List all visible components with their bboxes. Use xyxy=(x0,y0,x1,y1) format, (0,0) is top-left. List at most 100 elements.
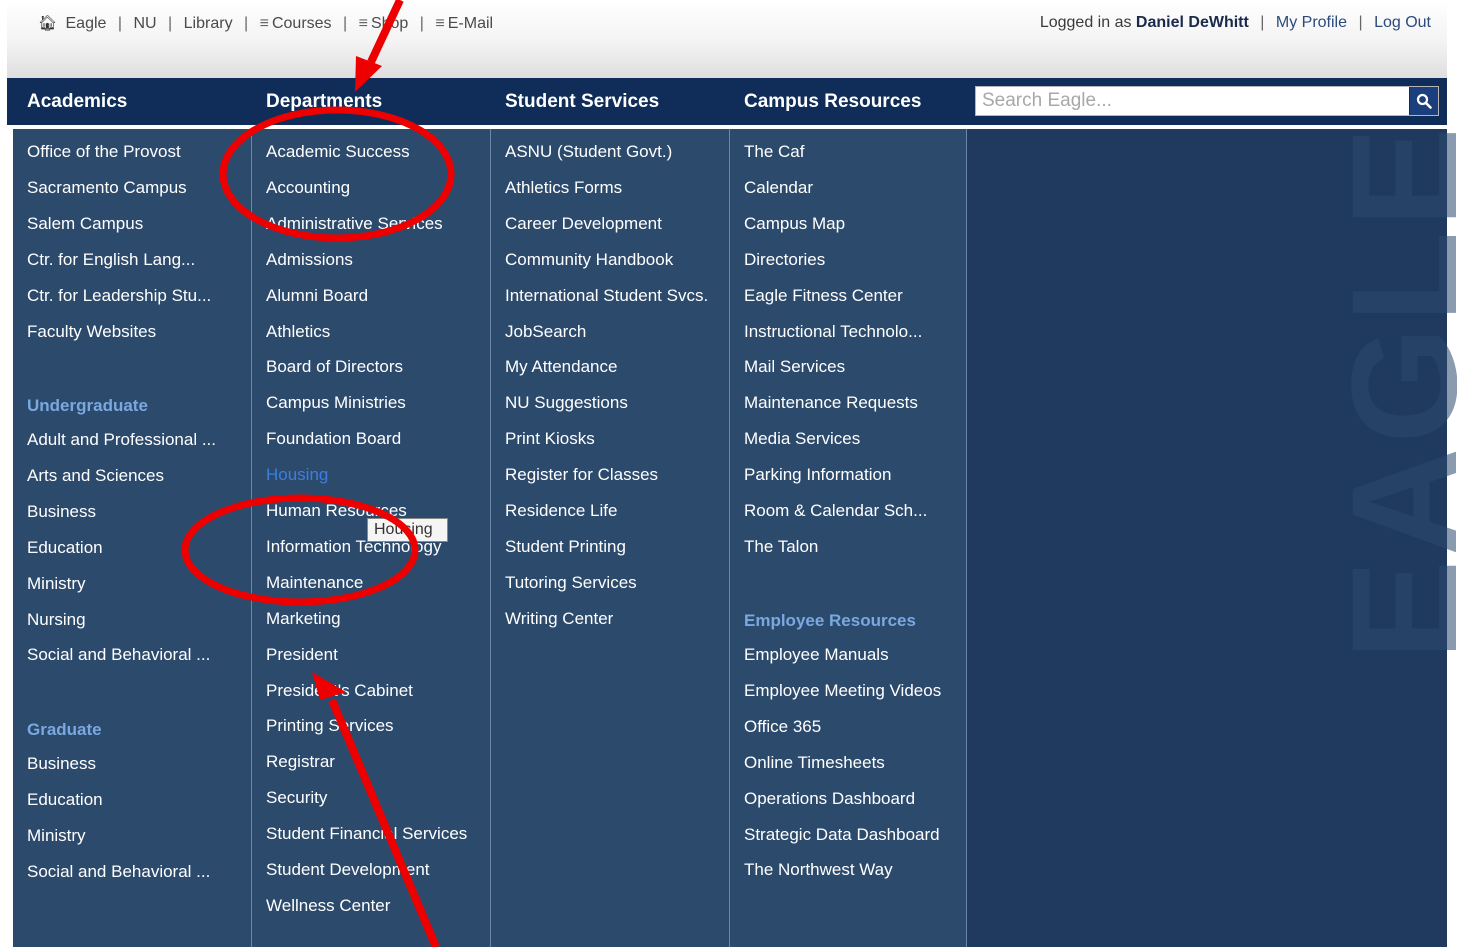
menu-item-undergraduate[interactable]: Nursing xyxy=(27,610,86,630)
menu-item-undergraduate[interactable]: Business xyxy=(27,502,96,522)
nav-campus-resources[interactable]: Campus Resources xyxy=(744,91,921,113)
menu-item-student-services[interactable]: NU Suggestions xyxy=(505,393,628,413)
menu-item-housing[interactable]: Housing xyxy=(266,465,328,485)
eagle-watermark: EAGLE xyxy=(1320,123,1457,660)
search-input[interactable] xyxy=(976,87,1410,115)
menu-item-student-services[interactable]: JobSearch xyxy=(505,322,586,342)
top-link-eagle[interactable]: Eagle xyxy=(66,15,107,32)
menu-item-campus-resources[interactable]: Calendar xyxy=(744,178,813,198)
section-title-undergraduate: Undergraduate xyxy=(27,396,148,415)
menu-item-departments[interactable]: Admissions xyxy=(266,250,353,270)
user-name: Daniel DeWhitt xyxy=(1135,14,1249,31)
menu-item-departments[interactable]: Wellness Center xyxy=(266,896,390,916)
top-link-shop[interactable]: Shop xyxy=(371,15,408,32)
menu-item-student-services[interactable]: International Student Svcs. xyxy=(505,286,708,306)
menu-item-student-services[interactable]: My Attendance xyxy=(505,357,617,377)
menu-item-student-services[interactable]: Community Handbook xyxy=(505,250,673,270)
menu-item-student-services[interactable]: Print Kiosks xyxy=(505,429,595,449)
menu-item-undergraduate[interactable]: Arts and Sciences xyxy=(27,466,164,486)
separator: | xyxy=(1358,14,1363,31)
menu-item-academics[interactable]: Salem Campus xyxy=(27,214,143,234)
menu-item-employee-resources[interactable]: Strategic Data Dashboard xyxy=(744,825,940,845)
top-link-nu[interactable]: NU xyxy=(133,15,156,32)
menu-item-departments[interactable]: Maintenance xyxy=(266,573,363,593)
menu-item-academics[interactable]: Ctr. for Leadership Stu... xyxy=(27,286,211,306)
menu-item-student-services[interactable]: Writing Center xyxy=(505,609,613,629)
menu-item-campus-resources[interactable]: Directories xyxy=(744,250,825,270)
top-link-courses[interactable]: Courses xyxy=(272,15,332,32)
mega-menu xyxy=(13,129,1447,947)
menu-item-campus-resources[interactable]: Media Services xyxy=(744,429,860,449)
menu-item-departments[interactable]: Academic Success xyxy=(266,142,410,162)
menu-item-departments[interactable]: Registrar xyxy=(266,752,335,772)
menu-item-departments[interactable]: Printing Services xyxy=(266,716,394,736)
menu-item-campus-resources[interactable]: Mail Services xyxy=(744,357,845,377)
log-out-link[interactable]: Log Out xyxy=(1374,14,1431,31)
menu-item-departments[interactable]: Foundation Board xyxy=(266,429,401,449)
menu-item-campus-resources[interactable]: Campus Map xyxy=(744,214,845,234)
menu-item-undergraduate[interactable]: Ministry xyxy=(27,574,86,594)
search-icon xyxy=(1416,93,1432,109)
menu-item-campus-resources[interactable]: Parking Information xyxy=(744,465,891,485)
menu-item-academics[interactable]: Sacramento Campus xyxy=(27,178,187,198)
menu-item-departments[interactable]: Athletics xyxy=(266,322,330,342)
menu-item-departments[interactable]: President xyxy=(266,645,338,665)
separator: | xyxy=(343,15,348,32)
menu-item-academics[interactable]: Ctr. for English Lang... xyxy=(27,250,195,270)
menu-item-departments[interactable]: Administrative Services xyxy=(266,214,443,234)
menu-item-undergraduate[interactable]: Adult and Professional ... xyxy=(27,430,216,450)
top-link-email[interactable]: E-Mail xyxy=(448,15,493,32)
top-link-library[interactable]: Library xyxy=(184,15,233,32)
menu-item-undergraduate[interactable]: Social and Behavioral ... xyxy=(27,645,210,665)
menu-item-graduate[interactable]: Business xyxy=(27,754,96,774)
menu-item-student-services[interactable]: Athletics Forms xyxy=(505,178,622,198)
search-box xyxy=(975,86,1439,116)
logged-in-label: Logged in as xyxy=(1039,14,1132,31)
menu-item-student-services[interactable]: Career Development xyxy=(505,214,662,234)
menu-item-campus-resources[interactable]: The Talon xyxy=(744,537,818,557)
menu-item-departments[interactable]: Security xyxy=(266,788,327,808)
top-bar: 🏠︎ Eagle | NU | Library | ≡ Courses | ≡ Sh… xyxy=(7,0,1447,78)
menu-item-campus-resources[interactable]: Room & Calendar Sch... xyxy=(744,501,927,521)
menu-item-campus-resources[interactable]: Maintenance Requests xyxy=(744,393,918,413)
home-icon[interactable]: 🏠︎ xyxy=(38,15,57,32)
menu-item-graduate[interactable]: Education xyxy=(27,790,103,810)
section-title-graduate: Graduate xyxy=(27,720,102,739)
menu-item-departments[interactable]: Student Financial Services xyxy=(266,824,467,844)
my-profile-link[interactable]: My Profile xyxy=(1276,14,1347,31)
menu-item-student-services[interactable]: Residence Life xyxy=(505,501,617,521)
menu-item-campus-resources[interactable]: Eagle Fitness Center xyxy=(744,286,903,306)
search-button[interactable] xyxy=(1409,87,1438,115)
menu-item-employee-resources[interactable]: Operations Dashboard xyxy=(744,789,915,809)
menu-item-campus-resources[interactable]: The Caf xyxy=(744,142,804,162)
separator: | xyxy=(1260,14,1265,31)
menu-item-student-services[interactable]: Student Printing xyxy=(505,537,626,557)
menu-item-departments[interactable]: Marketing xyxy=(266,609,341,629)
menu-item-employee-resources[interactable]: Online Timesheets xyxy=(744,753,885,773)
menu-item-departments[interactable]: President's Cabinet xyxy=(266,681,413,701)
menu-item-departments[interactable]: Campus Ministries xyxy=(266,393,406,413)
menu-item-student-services[interactable]: Register for Classes xyxy=(505,465,658,485)
menu-item-employee-resources[interactable]: Employee Meeting Videos xyxy=(744,681,941,701)
menu-item-employee-resources[interactable]: Employee Manuals xyxy=(744,645,889,665)
nav-student-services[interactable]: Student Services xyxy=(505,91,659,113)
menu-item-departments[interactable]: Board of Directors xyxy=(266,357,403,377)
menu-item-academics[interactable]: Faculty Websites xyxy=(27,322,156,342)
nav-academics[interactable]: Academics xyxy=(27,91,127,113)
menu-item-departments[interactable]: Alumni Board xyxy=(266,286,368,306)
menu-item-employee-resources[interactable]: Office 365 xyxy=(744,717,821,737)
main-nav: Academics Departments Student Services C… xyxy=(7,78,1447,127)
menu-item-undergraduate[interactable]: Education xyxy=(27,538,103,558)
separator: | xyxy=(244,15,249,32)
menu-item-student-services[interactable]: Tutoring Services xyxy=(505,573,637,593)
menu-item-graduate[interactable]: Social and Behavioral ... xyxy=(27,862,210,882)
menu-item-student-services[interactable]: ASNU (Student Govt.) xyxy=(505,142,672,162)
menu-item-campus-resources[interactable]: Instructional Technolo... xyxy=(744,322,922,342)
separator: | xyxy=(168,15,173,32)
menu-item-departments[interactable]: Student Development xyxy=(266,860,430,880)
menu-item-departments[interactable]: Accounting xyxy=(266,178,350,198)
menu-item-academics[interactable]: Office of the Provost xyxy=(27,142,181,162)
menu-item-employee-resources[interactable]: The Northwest Way xyxy=(744,860,893,880)
nav-departments[interactable]: Departments xyxy=(266,91,382,113)
menu-item-graduate[interactable]: Ministry xyxy=(27,826,86,846)
